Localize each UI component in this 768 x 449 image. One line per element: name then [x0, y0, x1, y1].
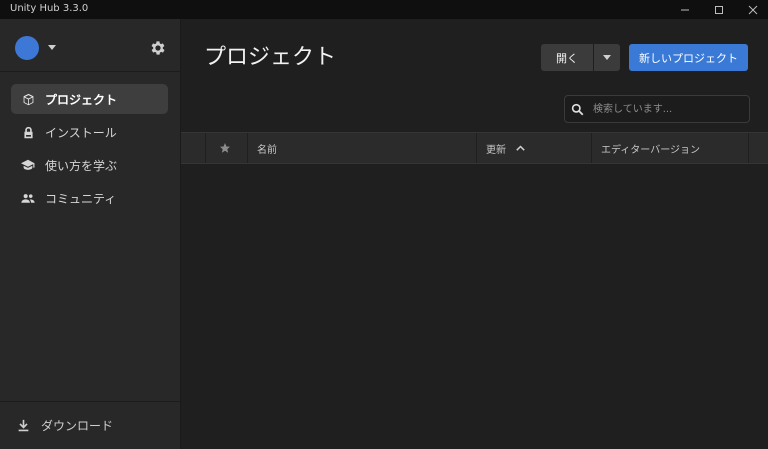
sidebar-item-learn[interactable]: 使い方を学ぶ [11, 150, 168, 180]
column-divider [205, 133, 206, 163]
close-button[interactable] [736, 0, 768, 19]
maximize-icon [715, 5, 723, 14]
graduation-cap-icon [21, 158, 35, 172]
sidebar-divider [0, 71, 180, 72]
cube-icon [21, 92, 35, 106]
sidebar-item-label: コミュニティ [45, 191, 117, 206]
column-header-label: 名前 [257, 144, 277, 156]
download-icon [17, 419, 31, 432]
minimize-icon [681, 9, 689, 10]
sidebar-divider [0, 401, 180, 402]
lock-icon [21, 125, 35, 139]
column-divider [247, 133, 248, 163]
open-options-button[interactable] [594, 44, 620, 71]
column-divider [748, 133, 749, 163]
avatar[interactable] [15, 36, 39, 60]
favorite-column-header[interactable] [219, 133, 231, 163]
column-header-name[interactable]: 名前 [257, 133, 277, 163]
sidebar: プロジェクト インストール 使い方を学ぶ コミュニティ ダウンロード [0, 19, 181, 449]
chevron-up-icon [516, 145, 525, 151]
column-header-modified[interactable]: 更新 [486, 133, 525, 163]
maximize-button[interactable] [702, 0, 736, 19]
sidebar-item-label: プロジェクト [45, 92, 118, 107]
sidebar-item-label: 使い方を学ぶ [45, 158, 118, 173]
new-project-button[interactable]: 新しいプロジェクト [629, 44, 748, 71]
column-header-editor-version[interactable]: エディターバージョン [601, 133, 700, 163]
chevron-down-icon[interactable] [48, 45, 56, 50]
page-title: プロジェクト [204, 45, 337, 70]
close-icon [748, 5, 758, 14]
column-header-label: 更新 [486, 144, 506, 156]
column-divider [591, 133, 592, 163]
search-icon [571, 103, 585, 116]
search-box[interactable] [564, 95, 750, 123]
table-header: 名前 更新 エディターバージョン [181, 132, 768, 164]
downloads-button[interactable]: ダウンロード [11, 411, 168, 439]
sidebar-item-community[interactable]: コミュニティ [11, 183, 168, 213]
star-icon [220, 143, 230, 153]
chevron-down-icon [603, 55, 611, 60]
sidebar-item-projects[interactable]: プロジェクト [11, 84, 168, 114]
sidebar-item-installs[interactable]: インストール [11, 117, 168, 147]
column-header-label: エディターバージョン [601, 144, 700, 156]
window-titlebar: Unity Hub 3.3.0 [0, 0, 768, 19]
sidebar-item-label: インストール [45, 125, 117, 140]
project-list [181, 164, 768, 449]
minimize-button[interactable] [668, 0, 702, 19]
search-input[interactable] [591, 102, 745, 116]
column-divider [476, 133, 477, 163]
main-content: プロジェクト 開く 新しいプロジェクト 名前 更新 エディターバージョン [181, 19, 768, 449]
gear-icon[interactable] [149, 39, 167, 57]
people-icon [21, 191, 35, 205]
window-title: Unity Hub 3.3.0 [10, 3, 89, 14]
open-button[interactable]: 開く [541, 44, 593, 71]
downloads-label: ダウンロード [41, 418, 114, 433]
